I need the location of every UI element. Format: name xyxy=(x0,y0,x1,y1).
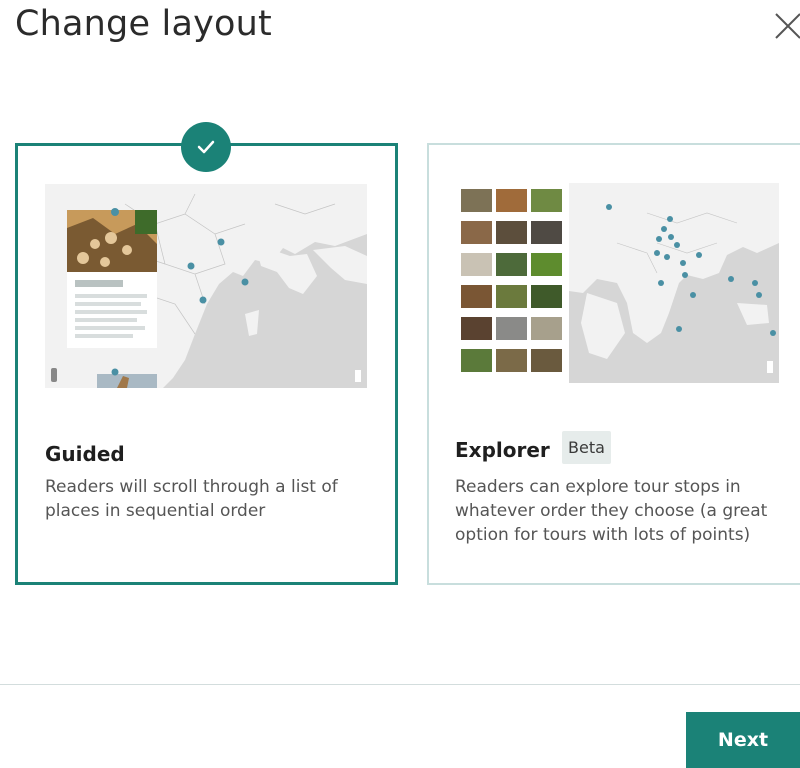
guided-preview-image xyxy=(45,184,367,388)
layout-title-guided: Guided xyxy=(45,442,125,466)
next-button[interactable]: Next xyxy=(686,712,800,768)
close-icon xyxy=(775,13,800,39)
selected-check-badge xyxy=(181,122,231,172)
footer-divider xyxy=(0,684,800,685)
close-button[interactable] xyxy=(770,6,800,42)
beta-badge: Beta xyxy=(562,431,611,464)
layout-card-explorer[interactable]: Explorer Beta Readers can explore tour s… xyxy=(427,143,800,585)
checkmark-icon xyxy=(197,140,215,154)
layout-description-explorer: Readers can explore tour stops in whatev… xyxy=(455,477,768,545)
explorer-preview-image xyxy=(457,183,779,385)
dialog-title: Change layout xyxy=(15,4,272,44)
layout-description-guided: Readers will scroll through a list of pl… xyxy=(45,477,338,521)
layout-card-guided[interactable]: Guided Readers will scroll through a lis… xyxy=(15,143,398,585)
layout-title-explorer: Explorer xyxy=(455,438,550,462)
